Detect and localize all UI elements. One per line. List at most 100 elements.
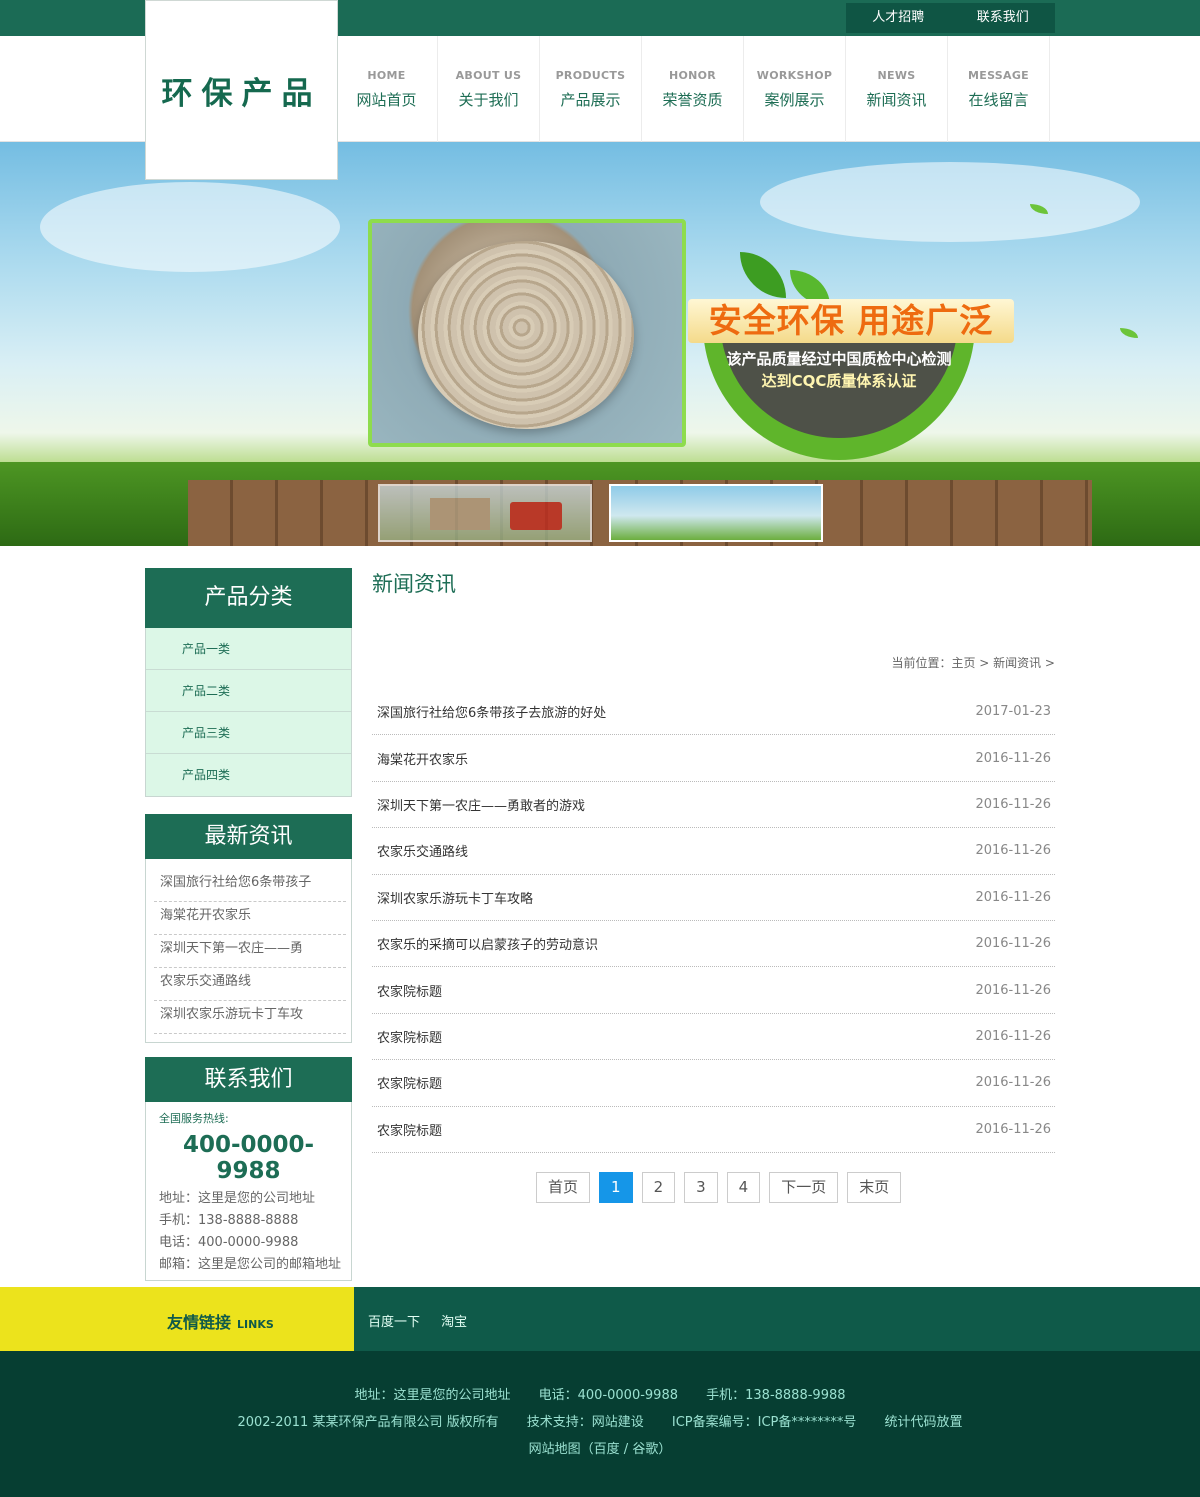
latest-news-item[interactable]: 深国旅行社给您6条带孩子 (154, 869, 346, 902)
latest-news-item[interactable]: 深圳天下第一农庄——勇 (154, 935, 346, 968)
pager-next-button[interactable]: 下一页 (769, 1172, 839, 1203)
article-row[interactable]: 农家院标题 2016-11-26 (372, 967, 1055, 1014)
nav-about[interactable]: ABOUT US 关于我们 (438, 36, 540, 142)
pager-last-button[interactable]: 末页 (847, 1172, 902, 1203)
latest-news-item[interactable]: 深圳农家乐游玩卡丁车攻 (154, 1001, 346, 1034)
article-row[interactable]: 农家乐交通路线 2016-11-26 (372, 828, 1055, 875)
article-date: 2017-01-23 (975, 704, 1051, 720)
nav-workshop[interactable]: WORKSHOP 案例展示 (744, 36, 846, 142)
article-title[interactable]: 农家院标题 (377, 1073, 442, 1092)
contact-info: 全国服务热线: 400-0000-9988 地址：这里是您的公司地址 手机：13… (145, 1102, 352, 1281)
footer-copyright: 2002-2011 某某环保产品有限公司 版权所有 (237, 1415, 499, 1430)
nav-cn-label: 产品展示 (560, 91, 621, 109)
nav-cn-label: 在线留言 (968, 91, 1029, 109)
pager-page-1[interactable]: 1 (599, 1172, 633, 1203)
banner-headline: 安全环保 用途广泛 (688, 299, 1014, 343)
sidebar-latest-news: 最新资讯 深国旅行社给您6条带孩子 海棠花开农家乐 深圳天下第一农庄——勇 农家… (145, 814, 352, 1043)
article-row[interactable]: 农家院标题 2016-11-26 (372, 1107, 1055, 1153)
article-title[interactable]: 农家乐的采摘可以启蒙孩子的劳动意识 (377, 934, 598, 953)
article-row[interactable]: 农家院标题 2016-11-26 (372, 1060, 1055, 1107)
page-title: 新闻资讯 (372, 572, 456, 596)
nav-message[interactable]: MESSAGE 在线留言 (948, 36, 1050, 142)
top-link-recruit[interactable]: 人才招聘 (846, 3, 951, 33)
nav-cn-label: 荣誉资质 (662, 91, 723, 109)
footer-sitemap[interactable]: 网站地图（百度 / 谷歌） (0, 1438, 1200, 1457)
footer-icp[interactable]: ICP备案编号：ICP备********号 (672, 1415, 857, 1430)
article-date: 2016-11-26 (975, 982, 1051, 998)
article-date: 2016-11-26 (975, 796, 1051, 812)
logo-text: 环保产品 (161, 75, 322, 112)
latest-news-item[interactable]: 农家乐交通路线 (154, 968, 346, 1001)
truck-image (510, 502, 562, 530)
sidebar-categories: 产品分类 产品一类 产品二类 产品三类 产品四类 (145, 568, 352, 797)
article-row[interactable]: 农家院标题 2016-11-26 (372, 1014, 1055, 1061)
friend-link[interactable]: 淘宝 (441, 1315, 467, 1330)
pager-page-4[interactable]: 4 (726, 1172, 761, 1203)
article-row[interactable]: 深圳农家乐游玩卡丁车攻略 2016-11-26 (372, 875, 1055, 921)
slide-thumbnail-1[interactable] (378, 484, 592, 542)
article-title[interactable]: 深国旅行社给您6条带孩子去旅游的好处 (377, 702, 606, 721)
links-title-cn: 友情链接 (167, 1313, 232, 1332)
nav-en-label: HOME (367, 69, 406, 82)
footer-copyright-line: 2002-2011 某某环保产品有限公司 版权所有 技术支持：网站建设 ICP备… (0, 1411, 1200, 1430)
nav-cn-label: 案例展示 (764, 91, 825, 109)
nav-home[interactable]: HOME 网站首页 (336, 36, 438, 142)
top-link-contact[interactable]: 联系我们 (951, 3, 1056, 33)
article-title[interactable]: 农家院标题 (377, 981, 442, 1000)
links-list: 百度一下 淘宝 (368, 1311, 484, 1330)
article-title[interactable]: 深圳天下第一农庄——勇敢者的游戏 (377, 795, 585, 814)
nav-news[interactable]: NEWS 新闻资讯 (846, 36, 948, 142)
hero-banner: 安全环保 用途广泛 该产品质量经过中国质检中心检测 达到CQC质量体系认证 (0, 142, 1200, 546)
article-row[interactable]: 深圳天下第一农庄——勇敢者的游戏 2016-11-26 (372, 782, 1055, 829)
slide-thumbnail-2[interactable] (609, 484, 823, 542)
product-photo (368, 219, 686, 447)
breadcrumb[interactable]: 当前位置：主页 > 新闻资讯 > (891, 654, 1055, 671)
site-logo[interactable]: 环保产品 (145, 0, 338, 180)
nav-honor[interactable]: HONOR 荣誉资质 (642, 36, 744, 142)
nav-en-label: ABOUT US (455, 69, 522, 82)
article-date: 2016-11-26 (975, 1121, 1051, 1137)
article-title[interactable]: 深圳农家乐游玩卡丁车攻略 (377, 888, 533, 907)
contact-mobile: 手机：138-8888-8888 (159, 1213, 299, 1228)
article-row[interactable]: 农家乐的采摘可以启蒙孩子的劳动意识 2016-11-26 (372, 921, 1055, 968)
contact-email: 邮箱：这里是您公司的邮箱地址 (159, 1257, 342, 1272)
article-list: 深国旅行社给您6条带孩子去旅游的好处 2017-01-23 海棠花开农家乐 2016… (372, 689, 1055, 1153)
article-title[interactable]: 农家院标题 (377, 1027, 442, 1046)
article-title[interactable]: 农家乐交通路线 (377, 841, 468, 860)
contact-title: 联系我们 (145, 1057, 352, 1102)
category-list: 产品一类 产品二类 产品三类 产品四类 (145, 628, 352, 797)
category-item[interactable]: 产品四类 (146, 754, 351, 796)
category-title: 产品分类 (145, 568, 352, 628)
category-item[interactable]: 产品三类 (146, 712, 351, 754)
pager-page-3[interactable]: 3 (684, 1172, 718, 1203)
main-nav: HOME 网站首页 ABOUT US 关于我们 PRODUCTS 产品展示 HONOR… (336, 36, 1050, 142)
category-item[interactable]: 产品一类 (146, 628, 351, 670)
nav-en-label: MESSAGE (968, 69, 1029, 82)
footer-stats: 统计代码放置 (884, 1415, 963, 1430)
nav-products[interactable]: PRODUCTS 产品展示 (540, 36, 642, 142)
article-title[interactable]: 农家院标题 (377, 1120, 442, 1139)
links-title: 友情链接 LINKS (167, 1309, 274, 1333)
article-title[interactable]: 海棠花开农家乐 (377, 749, 468, 768)
banner-line-2: 达到CQC质量体系认证 (761, 372, 917, 390)
article-date: 2016-11-26 (975, 843, 1051, 859)
article-row[interactable]: 海棠花开农家乐 2016-11-26 (372, 735, 1055, 782)
latest-news-item[interactable]: 海棠花开农家乐 (154, 902, 346, 935)
fiber-roll-image (418, 241, 634, 429)
pager-page-2[interactable]: 2 (641, 1172, 676, 1203)
footer-mobile: 手机：138-8888-9988 (706, 1388, 846, 1403)
footer-tech-support[interactable]: 技术支持：网站建设 (527, 1415, 644, 1430)
article-row[interactable]: 深国旅行社给您6条带孩子去旅游的好处 2017-01-23 (372, 689, 1055, 736)
friend-links-bar: 友情链接 LINKS 百度一下 淘宝 (0, 1287, 1200, 1351)
article-date: 2016-11-26 (975, 750, 1051, 766)
links-title-en: LINKS (237, 1318, 274, 1331)
article-date: 2016-11-26 (975, 889, 1051, 905)
article-date: 2016-11-26 (975, 1075, 1051, 1091)
hay-bale-image (430, 498, 490, 530)
friend-link[interactable]: 百度一下 (368, 1315, 420, 1330)
pager-first-button[interactable]: 首页 (536, 1172, 591, 1203)
sidebar-contact: 联系我们 全国服务热线: 400-0000-9988 地址：这里是您的公司地址 … (145, 1057, 352, 1281)
footer: 地址：这里是您的公司地址 电话：400-0000-9988 手机：138-888… (0, 1351, 1200, 1497)
leaf-icon (1120, 328, 1138, 338)
category-item[interactable]: 产品二类 (146, 670, 351, 712)
